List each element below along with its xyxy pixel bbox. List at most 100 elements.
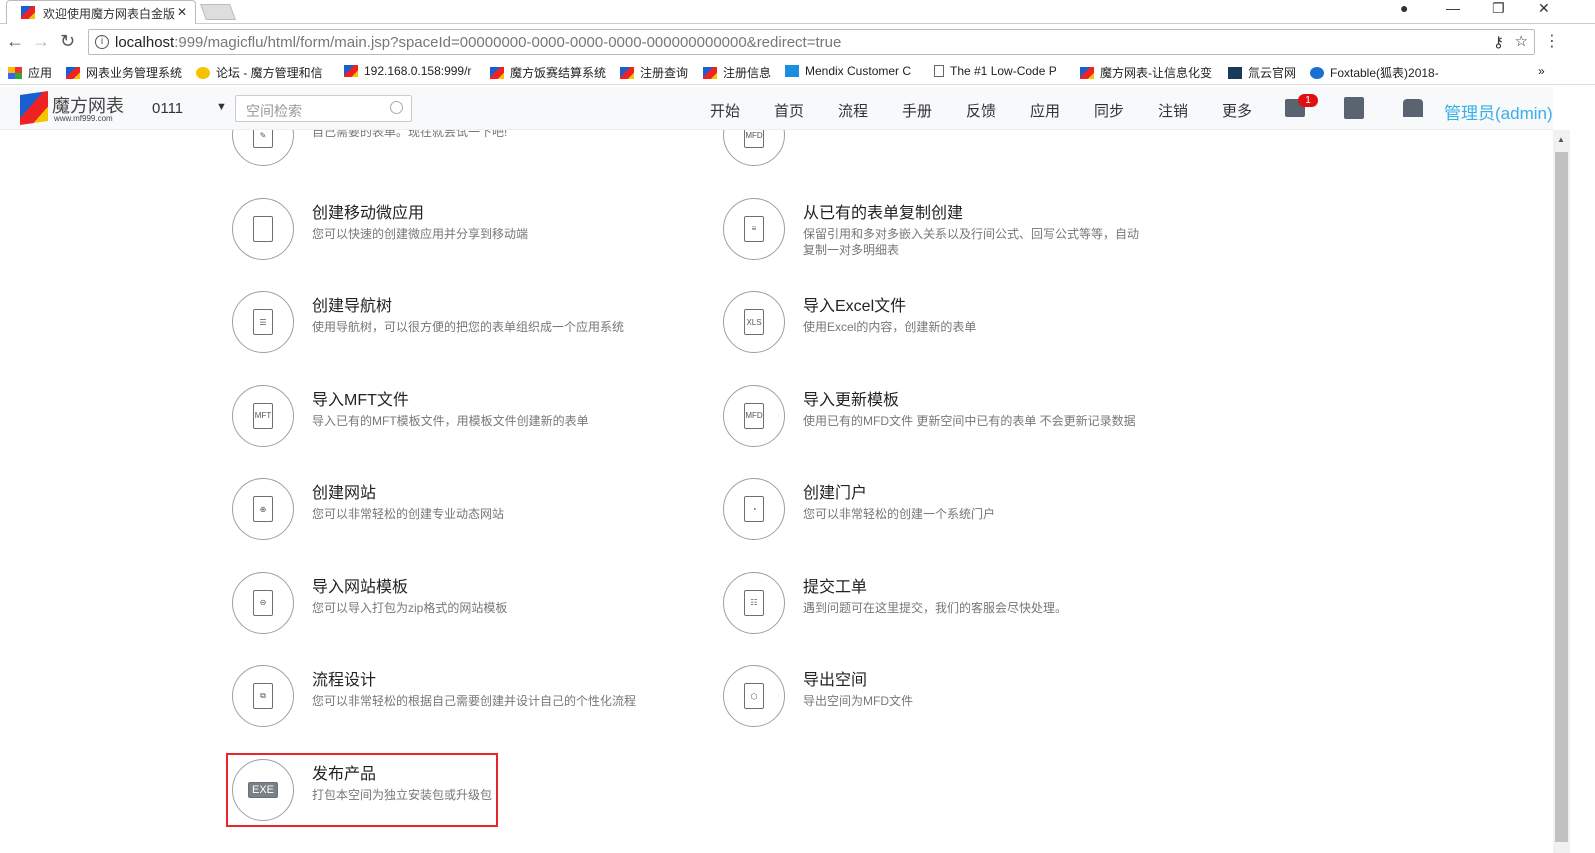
menu-workflow[interactable]: 流程 [838, 100, 868, 121]
minimize-icon[interactable]: — [1446, 0, 1460, 16]
highlight-box [226, 753, 498, 827]
icon-glyph: ☰ [253, 309, 273, 335]
globe-add-icon: ⊕ [232, 478, 294, 540]
bookmark[interactable]: 魔方饭赛结算系统 [490, 64, 606, 81]
option-title[interactable]: 创建导航树 [312, 292, 392, 316]
option-description: 导出空间为MFD文件 [803, 694, 913, 708]
create-option[interactable]: 创建移动微应用 您可以快速的创建微应用并分享到移动端 [232, 197, 712, 268]
menu-manual[interactable]: 手册 [902, 100, 932, 121]
bookmark[interactable]: 192.168.0.158:999/r [344, 64, 471, 78]
mfd-file-icon: MFD [723, 130, 785, 166]
bookmark[interactable]: Foxtable(狐表)2018- [1310, 64, 1439, 81]
clipboard-check-icon[interactable] [1344, 97, 1364, 119]
option-description: 您可以导入打包为zip格式的网站模板 [312, 600, 508, 615]
bookmark[interactable]: 注册信息 [703, 64, 771, 81]
menu-feedback[interactable]: 反馈 [966, 100, 996, 121]
option-title[interactable]: 从已有的表单复制创建 [803, 199, 963, 223]
bookmark[interactable]: 魔方网表-让信息化变 [1080, 64, 1212, 81]
bookmark[interactable]: 氚云官网 [1228, 64, 1296, 81]
space-selector[interactable]: 0111 [152, 100, 183, 117]
key-icon[interactable]: ⚷ [1493, 33, 1504, 51]
create-option[interactable]: ◔ 创建门户您可以非常轻松的创建一个系统门户 [723, 478, 1203, 548]
tshirt-icon[interactable] [1403, 99, 1423, 117]
create-option[interactable]: ⧉ 流程设计 您可以非常轻松的根据自己需要创建并设计自己的个性化流程 [232, 665, 712, 735]
forward-icon[interactable]: → [32, 31, 50, 52]
create-option[interactable]: MFT 导入MFT文件 导入已有的MFT模板文件，用模板文件创建新的表单 [232, 384, 712, 455]
bookmark[interactable]: Mendix Customer C [785, 64, 911, 78]
icon-glyph: ⊕ [253, 496, 273, 522]
url-input[interactable]: i localhost:999/magicflu/html/form/main.j… [88, 29, 1535, 55]
profile-icon[interactable]: ● [1400, 0, 1408, 16]
menu-apps[interactable]: 应用 [1030, 100, 1060, 121]
icon-glyph: ◔ [744, 496, 764, 522]
icon-glyph: ≡ [744, 215, 764, 242]
back-icon[interactable]: ← [6, 31, 24, 52]
mail-badge: 1 [1298, 94, 1318, 107]
xls-file-icon: XLS [723, 291, 785, 353]
space-search-input[interactable]: 空间检索 [235, 95, 412, 122]
info-icon[interactable]: i [95, 35, 109, 49]
create-option[interactable]: XLS 导入Excel文件 使用Excel的内容，创建新的表单 [723, 291, 1203, 361]
create-option[interactable]: ☰ 创建导航树 使用导航树，可以很方便的把您的表单组织成一个应用系统 [232, 291, 712, 361]
option-description: 保留引用和多对多嵌入关系以及行间公式、回写公式等等，自动复制一对多明细表 [803, 226, 1140, 257]
menu-logout[interactable]: 注销 [1158, 100, 1188, 121]
pen-form-icon: ✎ [232, 130, 294, 166]
close-window-icon[interactable]: ✕ [1538, 0, 1550, 17]
icon-glyph [253, 215, 273, 242]
star-icon[interactable]: ☆ [1515, 32, 1528, 50]
scrollbar-thumb[interactable] [1555, 152, 1568, 842]
create-option[interactable]: MFD 导入更新模板使用已有的MFD文件 更新空间中已有的表单 不会更新记录数据 [723, 384, 1203, 455]
create-option[interactable]: ≡ 从已有的表单复制创建保留引用和多对多嵌入关系以及行间公式、回写公式等等，自动复… [723, 197, 1203, 268]
menu-sync[interactable]: 同步 [1094, 100, 1124, 121]
restore-icon[interactable]: ❐ [1492, 0, 1505, 17]
option-title[interactable]: 创建网站 [312, 479, 376, 503]
option-title[interactable]: 创建门户 [803, 479, 867, 503]
option-title[interactable]: 提交工单 [803, 573, 867, 597]
create-option[interactable]: ☷ 提交工单 遇到问题可在这里提交，我们的客服会尽快处理。 [723, 571, 1203, 642]
bookmarks-bar: 应用 网表业务管理系统 论坛 - 魔方管理和信 192.168.0.158:99… [0, 59, 1595, 85]
option-title[interactable]: 导入MFT文件 [312, 386, 409, 410]
icon-glyph: MFD [744, 402, 764, 429]
menu-home[interactable]: 首页 [774, 100, 804, 121]
option-title[interactable]: 导入Excel文件 [803, 292, 906, 316]
option-title[interactable]: 导入更新模板 [803, 386, 899, 410]
bookmark[interactable]: The #1 Low-Code P [934, 64, 1057, 78]
option-description: 您可以非常轻松的创建一个系统门户 [803, 507, 996, 521]
caret-down-icon[interactable]: ▼ [216, 101, 227, 113]
user-menu[interactable]: 管理员(admin) [1444, 99, 1553, 124]
option-title[interactable]: 导入网站模板 [312, 573, 408, 597]
logo-url: www.mf999.com [54, 114, 113, 123]
bookmark[interactable]: 论坛 - 魔方管理和信 [196, 64, 323, 81]
presentation-icon: ◔ [723, 478, 785, 540]
bookmark[interactable]: 应用 [8, 64, 52, 81]
reload-icon[interactable]: ↻ [60, 31, 75, 52]
option-description: 您可以非常轻松的根据自己需要创建并设计自己的个性化流程 [312, 694, 637, 708]
logo-icon [20, 91, 48, 125]
bookmark[interactable]: 注册查询 [620, 64, 688, 81]
clipboard-icon: ☷ [723, 571, 785, 634]
menu-start[interactable]: 开始 [710, 100, 740, 121]
more-bookmarks[interactable]: » [1538, 64, 1545, 78]
menu-more[interactable]: 更多 [1222, 100, 1252, 121]
scroll-up-icon[interactable]: ▲ [1557, 135, 1565, 144]
browser-tabbar: 欢迎使用魔方网表白金版 ✕ ● — ❐ ✕ [0, 0, 1595, 24]
create-option[interactable]: ⊖ 导入网站模板 您可以导入打包为zip格式的网站模板 [232, 571, 712, 642]
search-icon[interactable] [390, 101, 403, 114]
bookmark[interactable]: 网表业务管理系统 [66, 64, 182, 81]
option-title[interactable]: 导出空间 [803, 666, 867, 690]
new-tab-button[interactable] [200, 4, 236, 20]
menu-icon[interactable]: ⋮ [1544, 31, 1560, 51]
create-option[interactable]: ⊕ 创建网站 您可以非常轻松的创建专业动态网站 [232, 478, 712, 548]
create-option[interactable]: ⬡ 导出空间 导出空间为MFD文件 [723, 665, 1203, 735]
browser-tab[interactable]: 欢迎使用魔方网表白金版 ✕ [6, 0, 196, 24]
option-description: 使用已有的MFD文件 更新空间中已有的表单 不会更新记录数据 [803, 413, 1136, 428]
scrollbar[interactable]: ▲ [1553, 130, 1570, 853]
mobile-icon [232, 197, 294, 260]
icon-glyph: ✎ [253, 130, 273, 148]
option-title[interactable]: 创建移动微应用 [312, 199, 424, 223]
create-option[interactable]: MFD使用已有的MFD文件，创建新的表单 [723, 130, 1203, 174]
option-title[interactable]: 流程设计 [312, 666, 376, 690]
address-bar-row: ← → ↻ i localhost:999/magicflu/html/form/… [0, 25, 1595, 59]
create-option[interactable]: ✎ 使用自定义表单，可以很方便的按照自己的需求随心所欲的创建自己需要的表单。现在就… [232, 130, 712, 174]
close-tab-icon[interactable]: ✕ [177, 5, 187, 19]
